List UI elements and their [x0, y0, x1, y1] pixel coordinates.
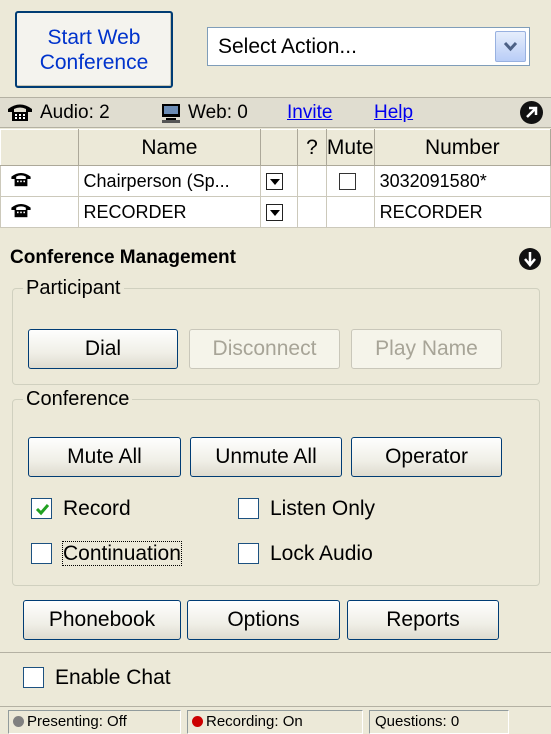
recording-text: Recording: On: [206, 713, 303, 730]
popout-arrow-icon[interactable]: [520, 101, 543, 124]
phone-icon: [8, 104, 32, 121]
play-name-button[interactable]: Play Name: [351, 329, 502, 369]
row-phone-cell: [0, 196, 79, 228]
collapse-arrow-icon[interactable]: [519, 248, 541, 270]
record-checkbox[interactable]: Record: [31, 496, 131, 522]
start-button-line2: Conference: [39, 51, 149, 74]
record-checkbox-box[interactable]: [31, 498, 52, 519]
continuation-checkbox[interactable]: Continuation: [31, 541, 182, 567]
phone-icon: [11, 203, 31, 217]
start-web-conference-button[interactable]: Start Web Conference: [15, 11, 173, 88]
web-count: Web: 0: [188, 102, 248, 123]
participant-name: RECORDER: [77, 196, 262, 228]
start-button-line1: Start Web: [47, 26, 141, 49]
column-header-menu[interactable]: [260, 129, 299, 166]
column-header-name[interactable]: Name: [77, 129, 262, 166]
column-header-mute[interactable]: Mute: [325, 129, 375, 166]
dial-button[interactable]: Dial: [28, 329, 178, 369]
presenting-indicator-icon: [13, 716, 24, 727]
participant-menu-dropdown[interactable]: [266, 173, 284, 191]
unmute-all-button[interactable]: Unmute All: [190, 437, 342, 477]
row-question-cell: [297, 165, 327, 197]
conference-management-title: Conference Management: [10, 247, 236, 268]
participant-number: RECORDER: [373, 196, 551, 228]
computer-icon: [162, 104, 180, 123]
operator-button[interactable]: Operator: [351, 437, 502, 477]
recording-status: Recording: On: [187, 710, 363, 734]
participant-mute-checkbox[interactable]: [338, 173, 356, 191]
column-header-number[interactable]: Number: [373, 129, 551, 166]
row-mute-cell: [325, 165, 375, 197]
listen-only-label: Listen Only: [270, 497, 376, 520]
audio-count: Audio: 2: [40, 102, 110, 123]
bottom-status-bar: Presenting: Off Recording: On Questions:…: [0, 706, 551, 734]
participant-number: 3032091580*: [373, 165, 551, 197]
listen-only-checkbox-box[interactable]: [238, 498, 259, 519]
participant-name: Chairperson (Sp...: [77, 165, 262, 197]
top-bar: Start Web Conference Select Action...: [0, 0, 551, 96]
row-question-cell: [297, 196, 327, 228]
divider: [0, 652, 551, 653]
enable-chat-checkbox-box[interactable]: [23, 667, 44, 688]
continuation-label: Continuation: [62, 541, 182, 566]
presenting-text: Presenting: Off: [27, 713, 127, 730]
table-header-row: Name ? Mute Number: [0, 129, 551, 166]
participants-table: Name ? Mute Number Chairperson (Sp... 30…: [0, 129, 551, 228]
presenting-status: Presenting: Off: [8, 710, 181, 734]
chevron-down-icon: [503, 41, 518, 52]
enable-chat-label: Enable Chat: [55, 666, 171, 689]
lock-audio-checkbox[interactable]: Lock Audio: [238, 541, 373, 567]
checkmark-icon: [35, 504, 50, 516]
invite-link[interactable]: Invite: [287, 98, 332, 127]
listen-only-checkbox[interactable]: Listen Only: [238, 496, 375, 522]
table-row[interactable]: RECORDER RECORDER: [0, 196, 551, 228]
disconnect-button[interactable]: Disconnect: [189, 329, 340, 369]
column-header-icon[interactable]: [0, 129, 79, 166]
help-link[interactable]: Help: [374, 98, 413, 127]
table-row[interactable]: Chairperson (Sp... 3032091580*: [0, 165, 551, 197]
select-action-dropdown[interactable]: Select Action...: [207, 27, 530, 66]
record-label: Record: [63, 497, 131, 520]
dropdown-arrow-button[interactable]: [495, 31, 526, 62]
questions-text: Questions: 0: [375, 713, 460, 730]
phone-icon: [11, 172, 31, 186]
options-button[interactable]: Options: [187, 600, 340, 640]
recording-indicator-icon: [192, 716, 203, 727]
row-mute-cell: [325, 196, 375, 228]
reports-button[interactable]: Reports: [347, 600, 499, 640]
lock-audio-checkbox-box[interactable]: [238, 543, 259, 564]
select-action-value: Select Action...: [218, 35, 357, 58]
audio-web-status-bar: Audio: 2 Web: 0 Invite Help: [0, 97, 551, 128]
continuation-checkbox-box[interactable]: [31, 543, 52, 564]
lock-audio-label: Lock Audio: [270, 542, 373, 565]
column-header-question[interactable]: ?: [297, 129, 327, 166]
participant-group-legend: Participant: [26, 277, 121, 299]
row-phone-cell: [0, 165, 79, 197]
conference-management-header: Conference Management: [0, 241, 551, 275]
row-menu-cell: [260, 165, 299, 197]
participant-menu-dropdown[interactable]: [266, 204, 284, 222]
enable-chat-checkbox[interactable]: Enable Chat: [23, 665, 171, 691]
conference-group-legend: Conference: [26, 388, 130, 410]
phonebook-button[interactable]: Phonebook: [23, 600, 181, 640]
row-menu-cell: [260, 196, 299, 228]
mute-all-button[interactable]: Mute All: [28, 437, 181, 477]
questions-status: Questions: 0: [369, 710, 509, 734]
